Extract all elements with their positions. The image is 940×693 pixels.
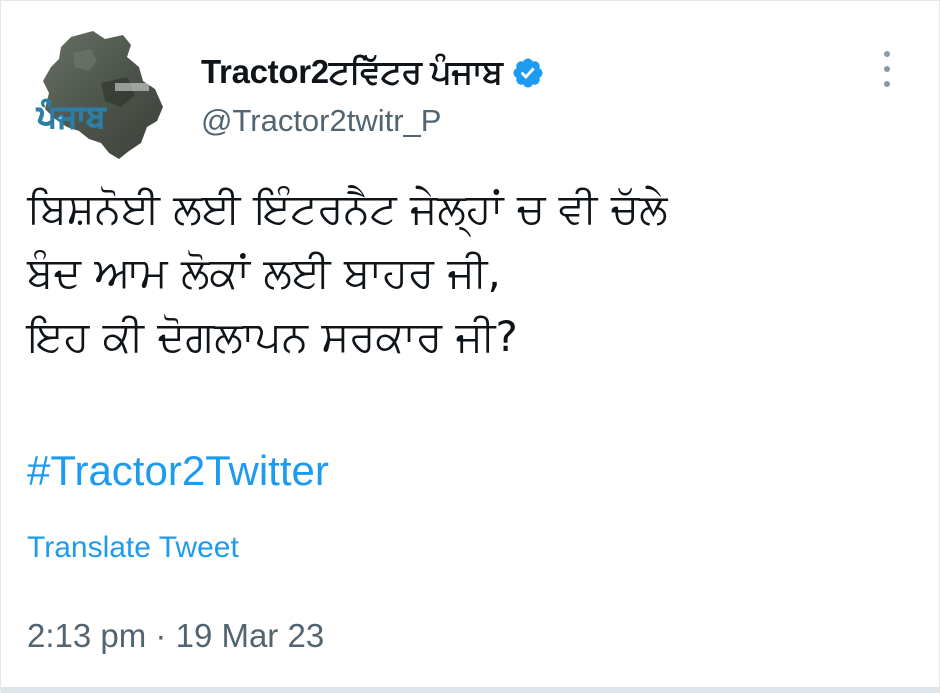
- author-name-row[interactable]: Tractor2ਟਵਿੱਟਰ ਪੰਜਾਬ: [201, 53, 545, 92]
- avatar[interactable]: ਪੰਜਾਬ: [31, 23, 181, 163]
- hashtag-link[interactable]: #Tractor2Twitter: [27, 447, 329, 495]
- tweet-date: 19 Mar 23: [175, 617, 325, 654]
- more-dot: [884, 66, 890, 72]
- tweet-text-line: ਬਿਸ਼ਨੋਈ ਲਈ ਇੰਟਰਨੈਟ ਜੇਲ੍ਹਾਂ ਚ ਵੀ ਚੱਲੇ: [27, 184, 668, 233]
- display-name[interactable]: Tractor2ਟਵਿੱਟਰ ਪੰਜਾਬ: [201, 53, 503, 92]
- more-dot: [884, 51, 890, 57]
- translate-tweet-link[interactable]: Translate Tweet: [27, 531, 239, 565]
- divider: [1, 687, 940, 693]
- meta-separator: ·: [155, 617, 167, 654]
- tweet-timestamp[interactable]: 2:13 pm · 19 Mar 23: [27, 617, 324, 655]
- verified-badge-icon: [511, 56, 545, 90]
- tweet-text-line: ਬੰਦ ਆਮ ਲੋਕਾਂ ਲਈ ਬਾਹਰ ਜੀ,: [27, 248, 501, 297]
- more-options-icon[interactable]: [877, 51, 897, 87]
- author-handle[interactable]: @Tractor2twitr_P: [201, 103, 441, 139]
- tweet-time: 2:13 pm: [27, 617, 147, 654]
- tweet-card: ਪੰਜਾਬ Tractor2ਟਵਿੱਟਰ ਪੰਜਾਬ @Tractor2twit…: [0, 0, 940, 693]
- avatar-text: ਪੰਜਾਬ: [36, 99, 107, 135]
- tweet-text-line: ਇਹ ਕੀ ਦੋਗਲਾਪਨ ਸਰਕਾਰ ਜੀ?: [27, 312, 518, 361]
- tweet-text: ਬਿਸ਼ਨੋਈ ਲਈ ਇੰਟਰਨੈਟ ਜੇਲ੍ਹਾਂ ਚ ਵੀ ਚੱਲੇ ਬੰਦ…: [27, 177, 907, 369]
- more-dot: [884, 81, 890, 87]
